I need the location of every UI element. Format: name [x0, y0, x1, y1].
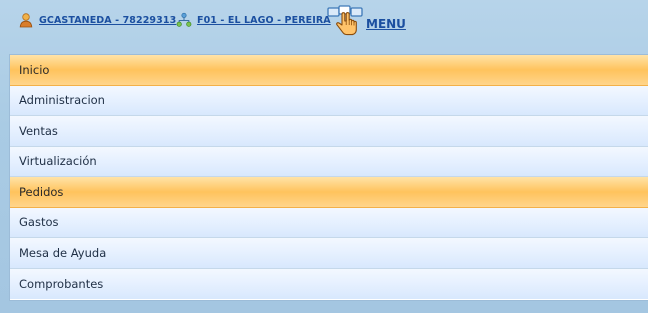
menu-item-label: Inicio: [19, 62, 50, 77]
menu-item-comprobantes[interactable]: Comprobantes: [10, 268, 648, 299]
menu-item-mesa-de-ayuda[interactable]: Mesa de Ayuda: [10, 238, 648, 269]
menu-item-gastos[interactable]: Gastos: [10, 207, 648, 238]
user-icon: [18, 12, 34, 28]
menu-item-label: Comprobantes: [19, 276, 104, 291]
menu-label: MENU: [366, 17, 406, 31]
menu-item-label: Gastos: [19, 215, 59, 230]
menu-item-label: Ventas: [19, 123, 58, 138]
menu-item-label: Administracion: [19, 93, 105, 108]
menu-item-virtualizacion[interactable]: Virtualización: [10, 146, 648, 177]
hand-pointer-menu-icon: [327, 4, 365, 38]
user-label: GCASTANEDA - 78229313: [39, 14, 177, 26]
menu-item-inicio[interactable]: Inicio: [10, 55, 648, 86]
menu-item-ventas[interactable]: Ventas: [10, 116, 648, 147]
menu-item-administracion[interactable]: Administracion: [10, 85, 648, 116]
branch-label: F01 - EL LAGO - PEREIRA: [197, 14, 331, 26]
main-menu: Inicio Administracion Ventas Virtualizac…: [9, 54, 648, 301]
menu-item-pedidos[interactable]: Pedidos: [10, 177, 648, 208]
network-icon: [176, 12, 192, 28]
user-link[interactable]: GCASTANEDA - 78229313: [18, 12, 176, 28]
menu-item-label: Mesa de Ayuda: [19, 245, 107, 260]
branch-link[interactable]: F01 - EL LAGO - PEREIRA: [176, 12, 331, 28]
menu-item-label: Virtualización: [19, 154, 97, 169]
menu-button[interactable]: MENU: [327, 4, 406, 38]
menu-item-label: Pedidos: [19, 184, 64, 199]
top-bar: GCASTANEDA - 78229313 F01 - EL LAGO - PE…: [0, 0, 648, 46]
